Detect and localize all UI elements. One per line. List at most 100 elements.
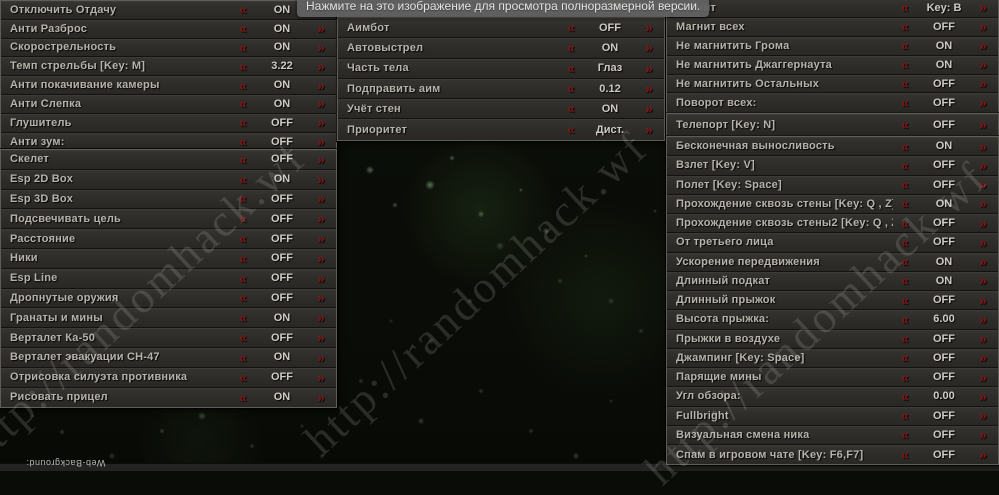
- increase-arrow-icon[interactable]: »: [309, 311, 333, 324]
- decrease-arrow-icon[interactable]: «: [893, 197, 917, 210]
- decrease-arrow-icon[interactable]: «: [893, 77, 917, 90]
- increase-arrow-icon[interactable]: »: [309, 153, 333, 166]
- increase-arrow-icon[interactable]: »: [309, 79, 333, 92]
- increase-arrow-icon[interactable]: »: [971, 274, 995, 287]
- increase-arrow-icon[interactable]: »: [637, 41, 661, 54]
- decrease-arrow-icon[interactable]: «: [893, 118, 917, 131]
- increase-arrow-icon[interactable]: »: [309, 371, 333, 384]
- increase-arrow-icon[interactable]: »: [971, 39, 995, 52]
- increase-arrow-icon[interactable]: »: [637, 82, 661, 95]
- increase-arrow-icon[interactable]: »: [971, 332, 995, 345]
- decrease-arrow-icon[interactable]: «: [231, 97, 255, 110]
- increase-arrow-icon[interactable]: »: [971, 390, 995, 403]
- increase-arrow-icon[interactable]: »: [971, 197, 995, 210]
- increase-arrow-icon[interactable]: »: [309, 232, 333, 245]
- decrease-arrow-icon[interactable]: «: [231, 311, 255, 324]
- increase-arrow-icon[interactable]: »: [309, 212, 333, 225]
- increase-arrow-icon[interactable]: »: [637, 21, 661, 34]
- decrease-arrow-icon[interactable]: «: [893, 178, 917, 191]
- decrease-arrow-icon[interactable]: «: [893, 236, 917, 249]
- increase-arrow-icon[interactable]: »: [309, 135, 333, 148]
- decrease-arrow-icon[interactable]: «: [559, 82, 583, 95]
- increase-arrow-icon[interactable]: »: [971, 159, 995, 172]
- decrease-arrow-icon[interactable]: «: [231, 391, 255, 404]
- decrease-arrow-icon[interactable]: «: [231, 212, 255, 225]
- increase-arrow-icon[interactable]: »: [971, 351, 995, 364]
- decrease-arrow-icon[interactable]: «: [893, 409, 917, 422]
- increase-arrow-icon[interactable]: »: [309, 97, 333, 110]
- decrease-arrow-icon[interactable]: «: [893, 428, 917, 441]
- decrease-arrow-icon[interactable]: «: [231, 41, 255, 54]
- decrease-arrow-icon[interactable]: «: [231, 272, 255, 285]
- decrease-arrow-icon[interactable]: «: [893, 1, 917, 14]
- decrease-arrow-icon[interactable]: «: [893, 390, 917, 403]
- decrease-arrow-icon[interactable]: «: [231, 3, 255, 16]
- increase-arrow-icon[interactable]: »: [971, 20, 995, 33]
- decrease-arrow-icon[interactable]: «: [893, 159, 917, 172]
- increase-arrow-icon[interactable]: »: [971, 58, 995, 71]
- increase-arrow-icon[interactable]: »: [309, 60, 333, 73]
- decrease-arrow-icon[interactable]: «: [893, 58, 917, 71]
- increase-arrow-icon[interactable]: »: [637, 62, 661, 75]
- decrease-arrow-icon[interactable]: «: [893, 351, 917, 364]
- increase-arrow-icon[interactable]: »: [971, 294, 995, 307]
- decrease-arrow-icon[interactable]: «: [231, 135, 255, 148]
- decrease-arrow-icon[interactable]: «: [893, 448, 917, 461]
- increase-arrow-icon[interactable]: »: [971, 217, 995, 230]
- increase-arrow-icon[interactable]: »: [971, 77, 995, 90]
- decrease-arrow-icon[interactable]: «: [893, 96, 917, 109]
- decrease-arrow-icon[interactable]: «: [893, 332, 917, 345]
- decrease-arrow-icon[interactable]: «: [231, 60, 255, 73]
- decrease-arrow-icon[interactable]: «: [893, 140, 917, 153]
- increase-arrow-icon[interactable]: »: [309, 41, 333, 54]
- decrease-arrow-icon[interactable]: «: [231, 116, 255, 129]
- increase-arrow-icon[interactable]: »: [971, 448, 995, 461]
- increase-arrow-icon[interactable]: »: [309, 22, 333, 35]
- increase-arrow-icon[interactable]: »: [971, 428, 995, 441]
- increase-arrow-icon[interactable]: »: [309, 291, 333, 304]
- increase-arrow-icon[interactable]: »: [309, 173, 333, 186]
- decrease-arrow-icon[interactable]: «: [231, 153, 255, 166]
- decrease-arrow-icon[interactable]: «: [893, 217, 917, 230]
- decrease-arrow-icon[interactable]: «: [893, 274, 917, 287]
- increase-arrow-icon[interactable]: »: [637, 123, 661, 136]
- decrease-arrow-icon[interactable]: «: [893, 313, 917, 326]
- increase-arrow-icon[interactable]: »: [309, 272, 333, 285]
- decrease-arrow-icon[interactable]: «: [231, 79, 255, 92]
- increase-arrow-icon[interactable]: »: [637, 102, 661, 115]
- increase-arrow-icon[interactable]: »: [971, 1, 995, 14]
- decrease-arrow-icon[interactable]: «: [231, 351, 255, 364]
- increase-arrow-icon[interactable]: »: [971, 118, 995, 131]
- increase-arrow-icon[interactable]: »: [971, 371, 995, 384]
- increase-arrow-icon[interactable]: »: [971, 178, 995, 191]
- decrease-arrow-icon[interactable]: «: [893, 255, 917, 268]
- decrease-arrow-icon[interactable]: «: [559, 102, 583, 115]
- increase-arrow-icon[interactable]: »: [309, 331, 333, 344]
- decrease-arrow-icon[interactable]: «: [231, 291, 255, 304]
- increase-arrow-icon[interactable]: »: [971, 255, 995, 268]
- increase-arrow-icon[interactable]: »: [971, 140, 995, 153]
- increase-arrow-icon[interactable]: »: [971, 313, 995, 326]
- decrease-arrow-icon[interactable]: «: [559, 62, 583, 75]
- increase-arrow-icon[interactable]: »: [309, 391, 333, 404]
- decrease-arrow-icon[interactable]: «: [559, 21, 583, 34]
- increase-arrow-icon[interactable]: »: [309, 116, 333, 129]
- decrease-arrow-icon[interactable]: «: [231, 232, 255, 245]
- decrease-arrow-icon[interactable]: «: [231, 371, 255, 384]
- increase-arrow-icon[interactable]: »: [971, 236, 995, 249]
- decrease-arrow-icon[interactable]: «: [559, 41, 583, 54]
- decrease-arrow-icon[interactable]: «: [231, 173, 255, 186]
- increase-arrow-icon[interactable]: »: [971, 96, 995, 109]
- decrease-arrow-icon[interactable]: «: [231, 331, 255, 344]
- increase-arrow-icon[interactable]: »: [309, 252, 333, 265]
- increase-arrow-icon[interactable]: »: [309, 192, 333, 205]
- decrease-arrow-icon[interactable]: «: [893, 294, 917, 307]
- decrease-arrow-icon[interactable]: «: [893, 39, 917, 52]
- increase-arrow-icon[interactable]: »: [971, 409, 995, 422]
- decrease-arrow-icon[interactable]: «: [559, 123, 583, 136]
- decrease-arrow-icon[interactable]: «: [893, 371, 917, 384]
- decrease-arrow-icon[interactable]: «: [893, 20, 917, 33]
- decrease-arrow-icon[interactable]: «: [231, 192, 255, 205]
- decrease-arrow-icon[interactable]: «: [231, 252, 255, 265]
- decrease-arrow-icon[interactable]: «: [231, 22, 255, 35]
